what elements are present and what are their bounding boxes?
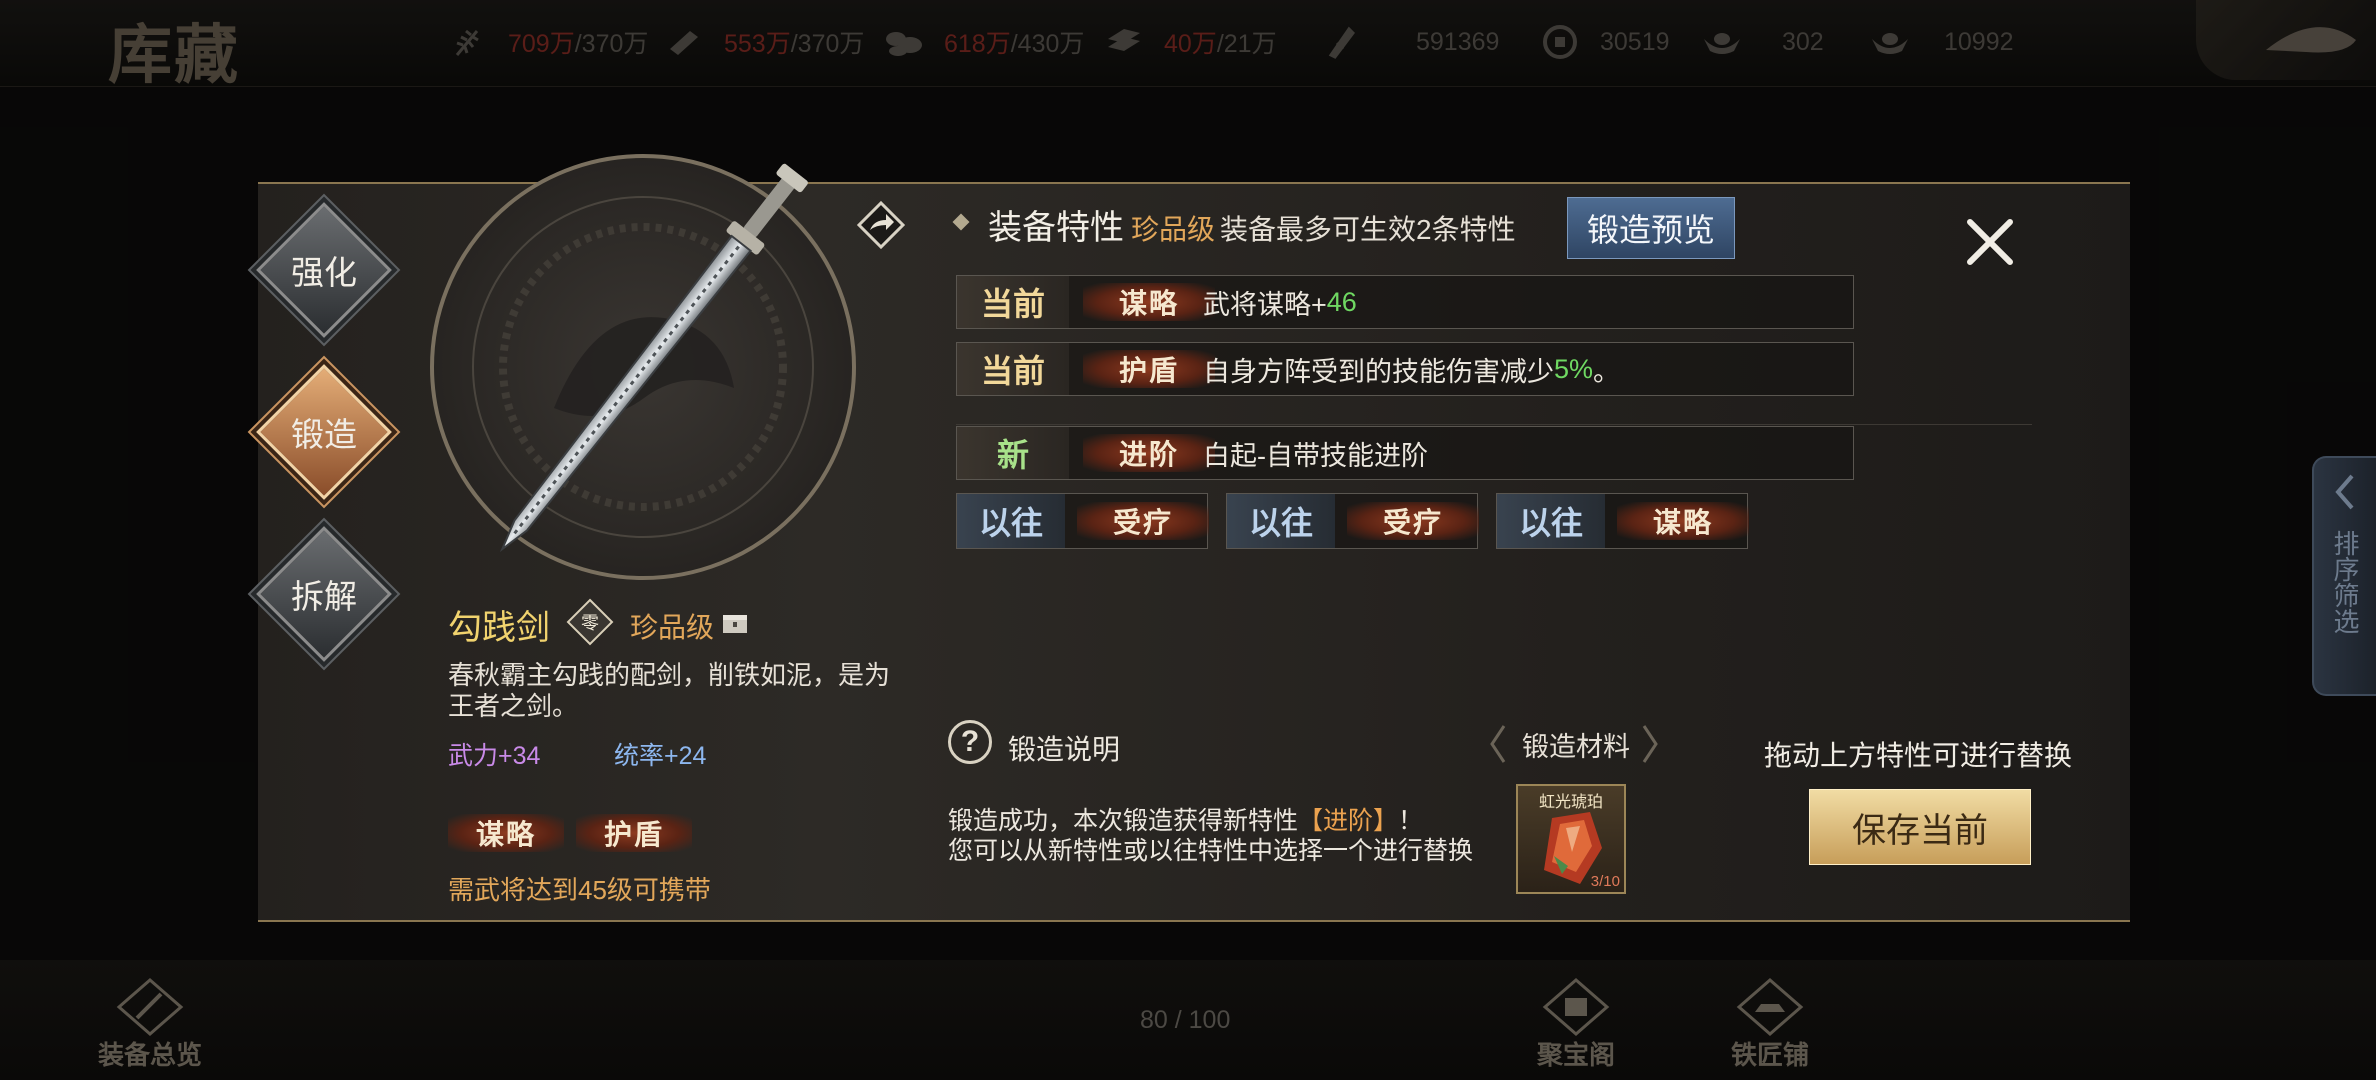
chevron-right-icon — [1642, 725, 1658, 763]
trait-tag-shield[interactable]: 护盾 — [576, 814, 692, 852]
material-card[interactable]: 虹光琥珀 3/10 — [1516, 784, 1626, 894]
share-button[interactable] — [856, 200, 906, 250]
item-grade: 珍品级 — [630, 612, 715, 643]
sort-filter-tab[interactable]: 排序筛选 — [2312, 456, 2376, 696]
trait-row-new[interactable]: 新 进阶 白起-自带技能进阶 — [956, 426, 1854, 480]
trait-row-current-1[interactable]: 当前 谋略 武将谋略+ 46 — [956, 275, 1854, 329]
share-icon — [856, 200, 906, 250]
sword-icon — [499, 163, 808, 553]
traits-title: 装备特性 — [988, 209, 1124, 247]
blacksmith-icon — [1736, 978, 1804, 1036]
save-current-button[interactable]: 保存当前 — [1809, 789, 2031, 865]
past-trait-3[interactable]: 以往 谋略 — [1496, 493, 1749, 549]
tab-enhance[interactable]: 强化 — [254, 200, 394, 340]
help-icon[interactable]: ? — [948, 720, 992, 764]
close-icon — [1967, 219, 2013, 265]
traits-subtitle: 装备最多可生效2条特性 — [1220, 214, 1516, 245]
treasure-hall-icon — [1542, 978, 1610, 1036]
grade-badge: 零 — [566, 598, 614, 646]
tab-forge[interactable]: 锻造 — [254, 362, 394, 502]
item-name: 勾践剑 — [448, 609, 550, 647]
past-trait-2[interactable]: 以往 受疗 — [1226, 493, 1479, 549]
stat-force: 武力+34 — [448, 742, 541, 770]
nav-blacksmith[interactable]: 铁匠铺 — [1690, 976, 1850, 1076]
material-title: 锻造材料 — [1522, 731, 1630, 762]
divider — [956, 424, 2032, 425]
chest-icon — [722, 614, 748, 634]
equipment-icon — [116, 978, 184, 1036]
chevron-left-icon — [2335, 474, 2354, 510]
forge-preview-button[interactable]: 锻造预览 — [1567, 197, 1735, 259]
level-requirement: 需武将达到45级可携带 — [448, 875, 711, 905]
capacity-count: 80 / 100 — [1140, 1006, 1231, 1034]
stat-command: 统率+24 — [614, 742, 707, 770]
trait-row-current-2[interactable]: 当前 护盾 自身方阵受到的技能伤害减少 5%。 — [956, 342, 1854, 396]
close-button[interactable] — [1960, 212, 2020, 272]
drag-hint: 拖动上方特性可进行替换 — [1764, 740, 2073, 771]
item-description: 春秋霸主勾践的配剑，削铁如泥，是为王者之剑。 — [448, 660, 891, 721]
nav-equipment-overview[interactable]: 装备总览 — [70, 976, 230, 1076]
forge-result-text: 锻造成功，本次锻造获得新特性【进阶】！ 您可以从新特性或以往特性中选择一个进行替… — [948, 807, 1474, 865]
forge-help-link[interactable]: 锻造说明 — [1008, 728, 1120, 768]
past-trait-1[interactable]: 以往 受疗 — [956, 493, 1209, 549]
nav-treasure-hall[interactable]: 聚宝阁 — [1496, 976, 1656, 1076]
trait-tag-strategy[interactable]: 谋略 — [448, 814, 564, 852]
tab-dismantle[interactable]: 拆解 — [254, 524, 394, 664]
traits-grade: 珍品级 — [1131, 214, 1216, 245]
